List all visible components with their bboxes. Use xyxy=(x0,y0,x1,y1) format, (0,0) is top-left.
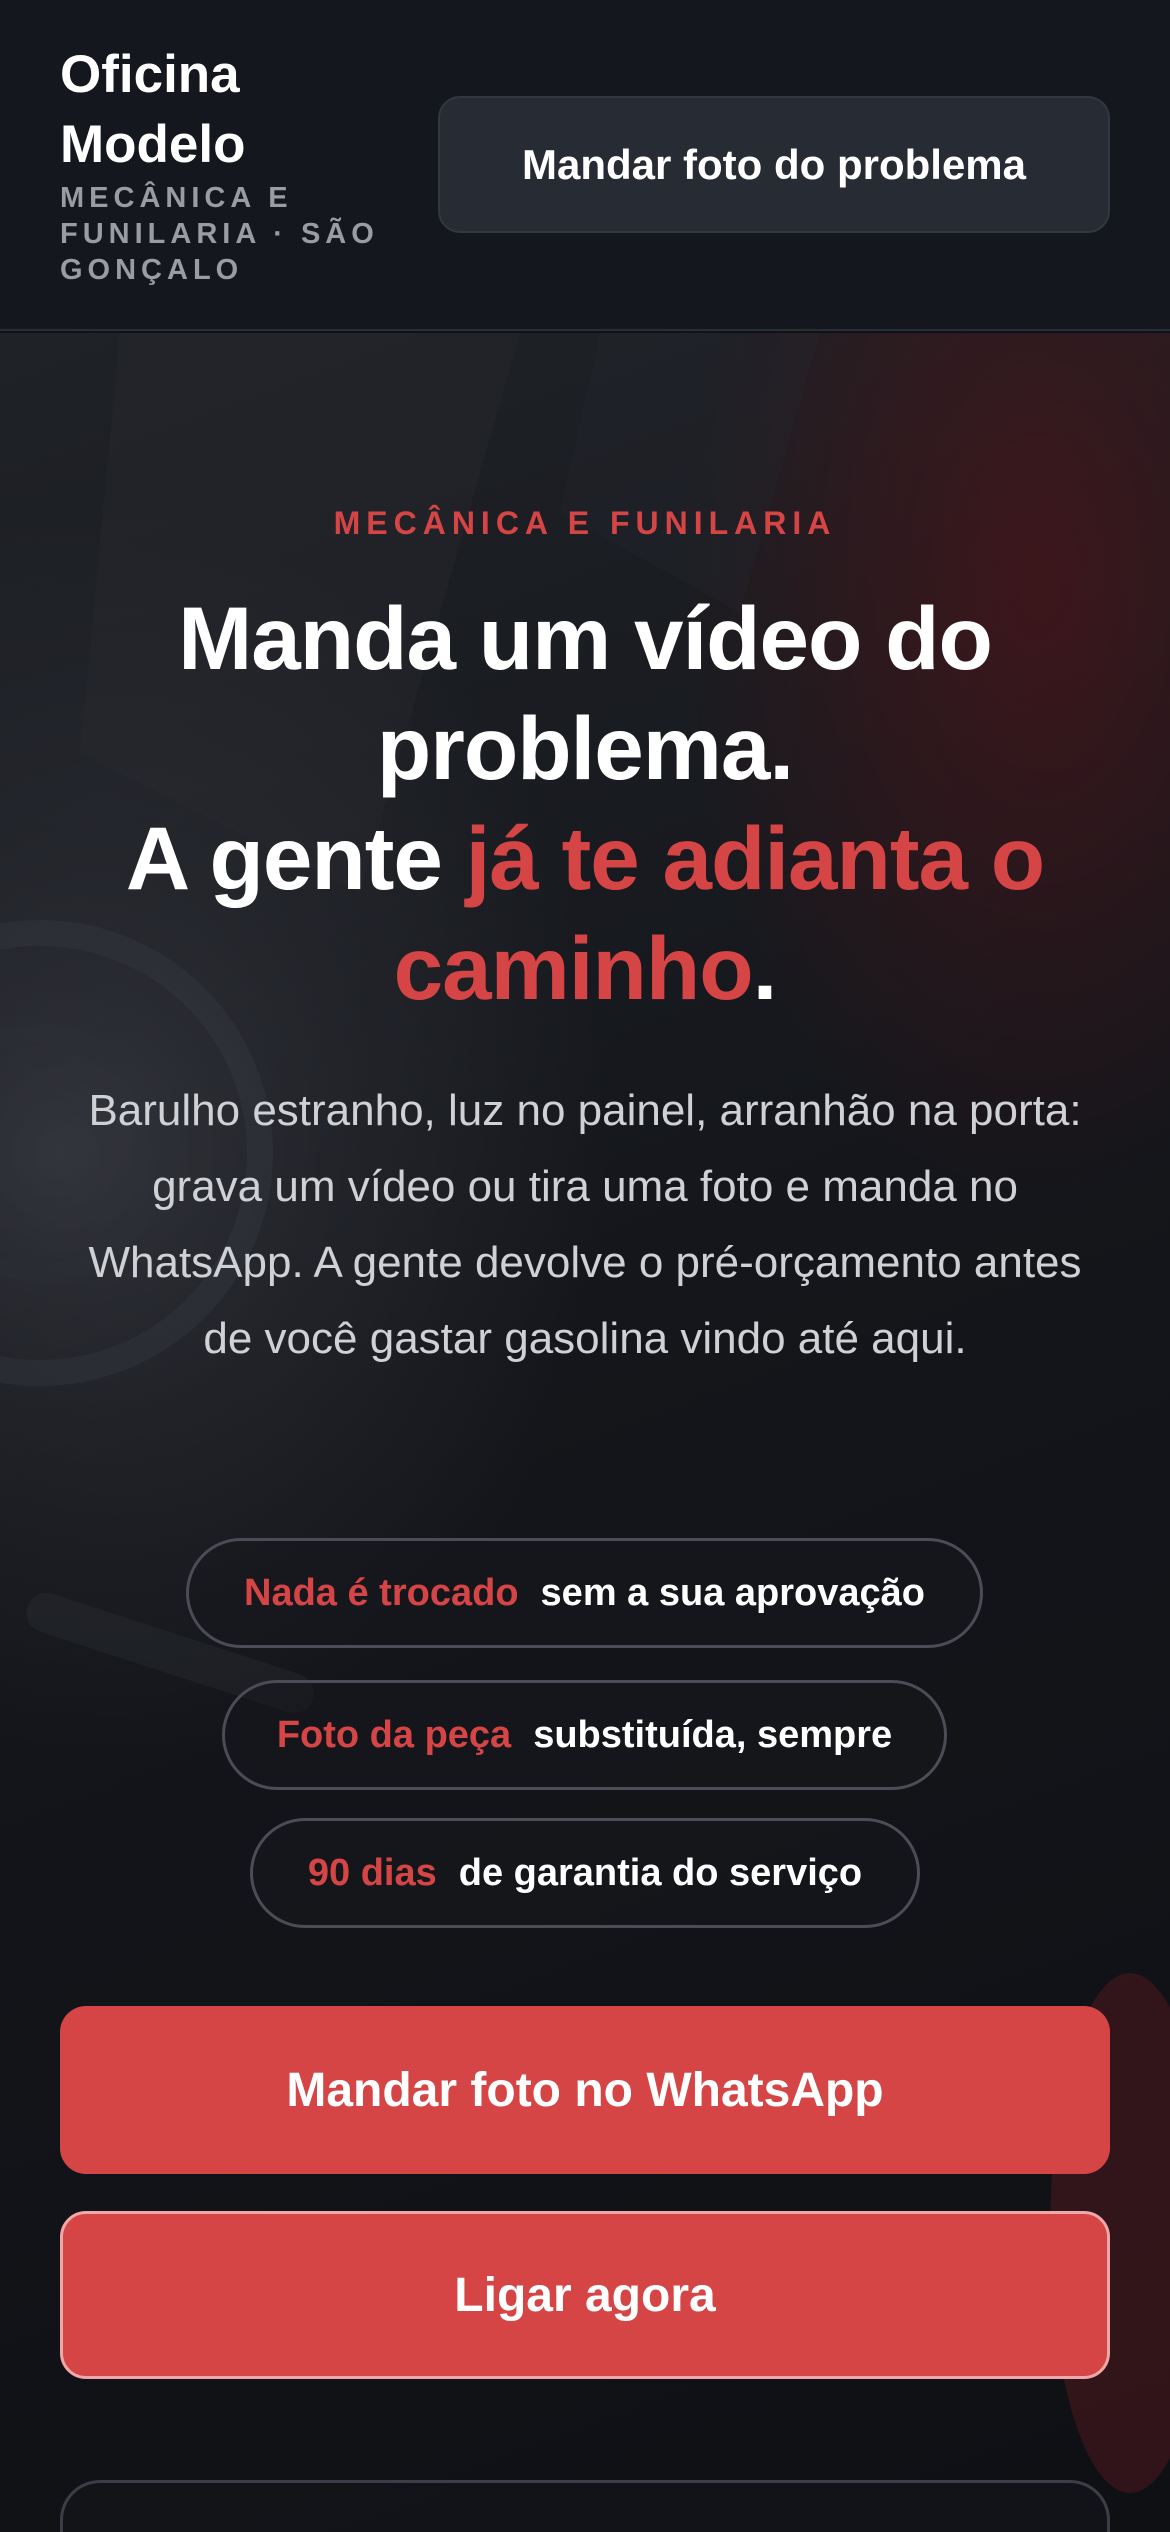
badge-text: sem a sua aprovação xyxy=(540,1571,925,1614)
badge-highlight: Foto da peça xyxy=(276,1713,512,1756)
hero-headline: Manda um vídeo do problema. A gente já t… xyxy=(70,583,1100,1023)
brand-name[interactable]: Oficina Modelo xyxy=(60,40,400,180)
headline-line-1: Manda um vídeo do problema. xyxy=(178,588,993,798)
landing-page: Oficina Modelo MECÂNICA E FUNILARIA · SÃ… xyxy=(0,0,1170,2532)
call-now-button[interactable]: Ligar agora xyxy=(60,2211,1110,2379)
hero-eyebrow: MECÂNICA E FUNILARIA xyxy=(333,505,837,541)
hero-description: Barulho estranho, luz no painel, arranhã… xyxy=(88,1086,1082,1363)
headline-accent: já te adianta o caminho xyxy=(393,808,1045,1018)
badge-approval: Nada é trocado sem a sua aprovação xyxy=(186,1538,983,1648)
whatsapp-photo-button[interactable]: Mandar foto no WhatsApp xyxy=(60,2006,1110,2174)
send-photo-header-button[interactable]: Mandar foto do problema xyxy=(438,96,1110,233)
hero-section: MECÂNICA E FUNILARIA Manda um vídeo do p… xyxy=(0,333,1170,2532)
badge-text: substituída, sempre xyxy=(533,1713,893,1756)
badge-highlight: 90 dias xyxy=(307,1851,437,1894)
badge-highlight: Nada é trocado xyxy=(244,1571,519,1614)
headline-period: . xyxy=(752,918,778,1018)
headline-line-2: A gente xyxy=(125,808,466,908)
brand-tagline: MECÂNICA E FUNILARIA · SÃO GONÇALO xyxy=(60,182,379,286)
badge-part-photo: Foto da peça substituída, sempre xyxy=(222,1680,947,1790)
badge-text: de garantia do serviço xyxy=(458,1851,863,1894)
badge-warranty: 90 dias de garantia do serviço xyxy=(250,1818,920,1928)
site-header: Oficina Modelo MECÂNICA E FUNILARIA · SÃ… xyxy=(0,0,1170,331)
next-section-card xyxy=(60,2480,1110,2532)
